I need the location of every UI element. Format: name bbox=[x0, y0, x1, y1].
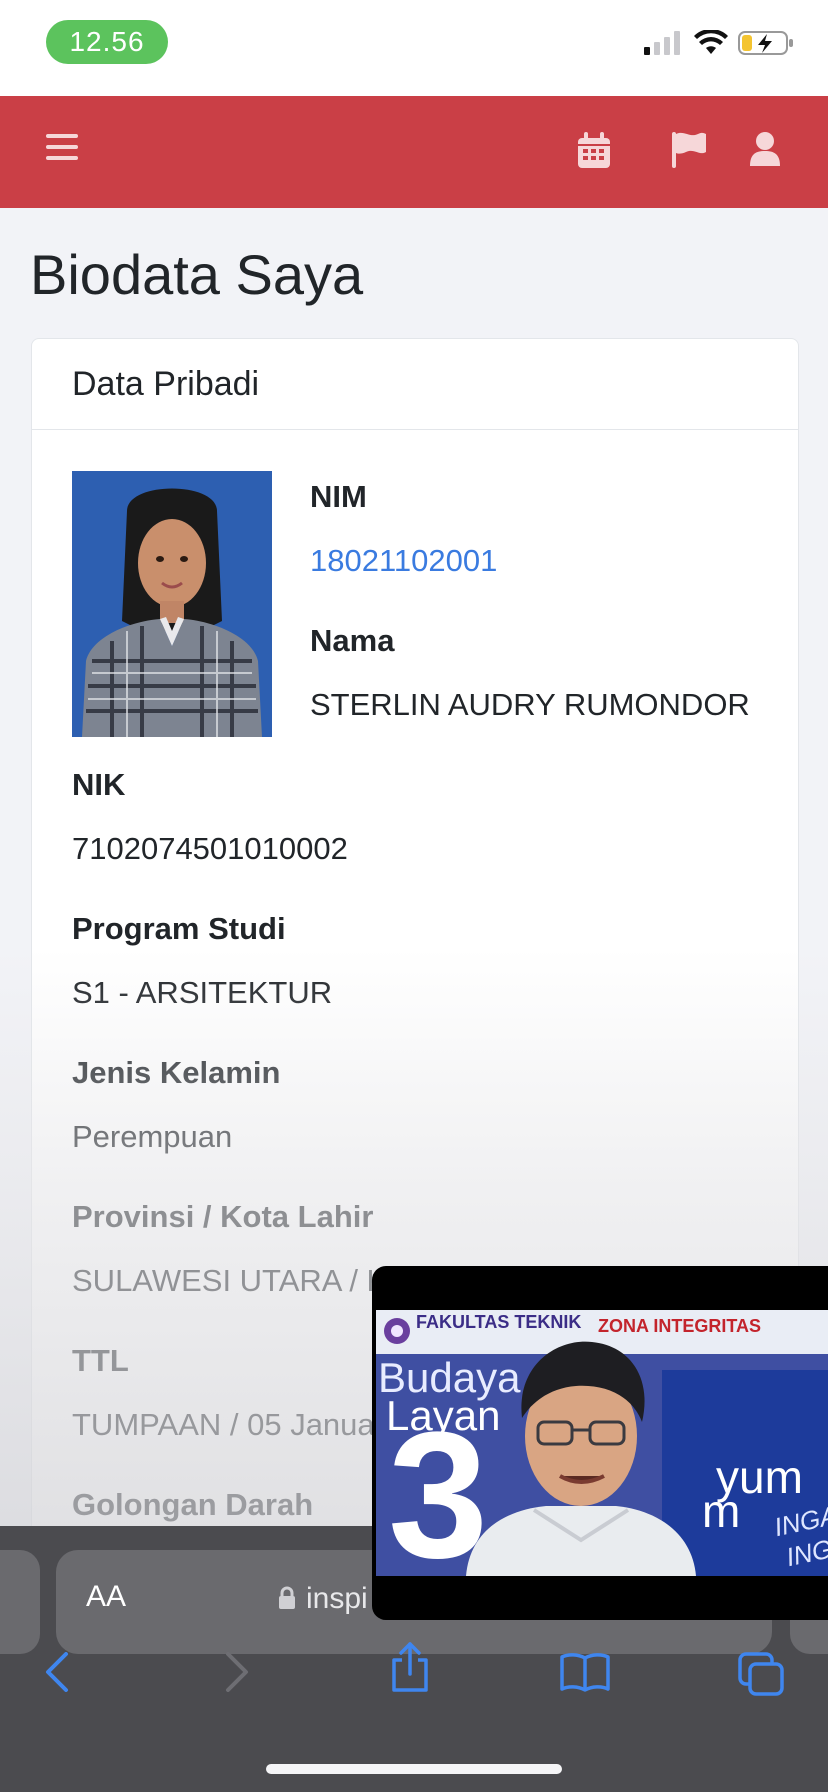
nim-label: NIM bbox=[310, 479, 367, 514]
jenis-kelamin-label: Jenis Kelamin bbox=[72, 1055, 281, 1090]
golongan-darah-label: Golongan Darah bbox=[72, 1487, 314, 1522]
video-call-overlay[interactable]: FAKULTAS TEKNIK ZONA INTEGRITAS Budaya L… bbox=[372, 1266, 828, 1620]
video-right-text-2: m bbox=[702, 1485, 741, 1537]
calendar-icon[interactable] bbox=[578, 132, 610, 168]
url-text[interactable]: inspi bbox=[306, 1582, 368, 1616]
program-studi-value: S1 - ARSITEKTUR bbox=[72, 975, 333, 1010]
video-feed: FAKULTAS TEKNIK ZONA INTEGRITAS Budaya L… bbox=[376, 1310, 828, 1576]
student-photo bbox=[72, 471, 272, 737]
battery-charging-icon bbox=[738, 31, 793, 55]
user-icon[interactable] bbox=[750, 132, 780, 166]
program-studi-label: Program Studi bbox=[72, 911, 286, 946]
nama-value: STERLIN AUDRY RUMONDOR bbox=[310, 687, 750, 722]
wifi-icon bbox=[694, 30, 728, 54]
cellular-signal-icon bbox=[644, 31, 680, 55]
portrait-illustration bbox=[72, 471, 272, 737]
chevron-right-icon[interactable] bbox=[224, 1652, 250, 1692]
nama-label: Nama bbox=[310, 623, 395, 658]
nik-label: NIK bbox=[72, 767, 126, 802]
home-indicator[interactable] bbox=[266, 1764, 562, 1774]
ttl-label: TTL bbox=[72, 1343, 129, 1378]
share-icon[interactable] bbox=[390, 1642, 430, 1692]
hamburger-menu-icon[interactable] bbox=[46, 132, 78, 162]
chevron-left-icon[interactable] bbox=[44, 1652, 70, 1692]
status-icons bbox=[644, 30, 794, 56]
provinsi-kota-lahir-label: Provinsi / Kota Lahir bbox=[72, 1199, 374, 1234]
speaker-person-illustration bbox=[466, 1341, 696, 1576]
faculty-logo-icon bbox=[384, 1318, 410, 1344]
previous-tab-preview[interactable] bbox=[0, 1550, 40, 1654]
card-header: Data Pribadi bbox=[32, 339, 798, 430]
tabs-icon[interactable] bbox=[738, 1652, 784, 1696]
ttl-value: TUMPAAN / 05 Janua bbox=[72, 1407, 375, 1442]
app-navbar bbox=[0, 96, 828, 208]
lock-icon bbox=[279, 1586, 295, 1609]
provinsi-kota-lahir-value: SULAWESI UTARA / K bbox=[72, 1263, 388, 1298]
book-icon[interactable] bbox=[560, 1652, 610, 1692]
status-bar: 12.56 bbox=[0, 0, 828, 96]
jenis-kelamin-value: Perempuan bbox=[72, 1119, 233, 1154]
text-size-button[interactable]: AA bbox=[86, 1580, 126, 1614]
page-title: Biodata Saya bbox=[30, 243, 364, 306]
status-time: 12.56 bbox=[46, 20, 168, 64]
nik-value: 7102074501010002 bbox=[72, 831, 348, 866]
flag-icon[interactable] bbox=[672, 132, 706, 168]
nim-value-link[interactable]: 18021102001 bbox=[310, 543, 497, 579]
